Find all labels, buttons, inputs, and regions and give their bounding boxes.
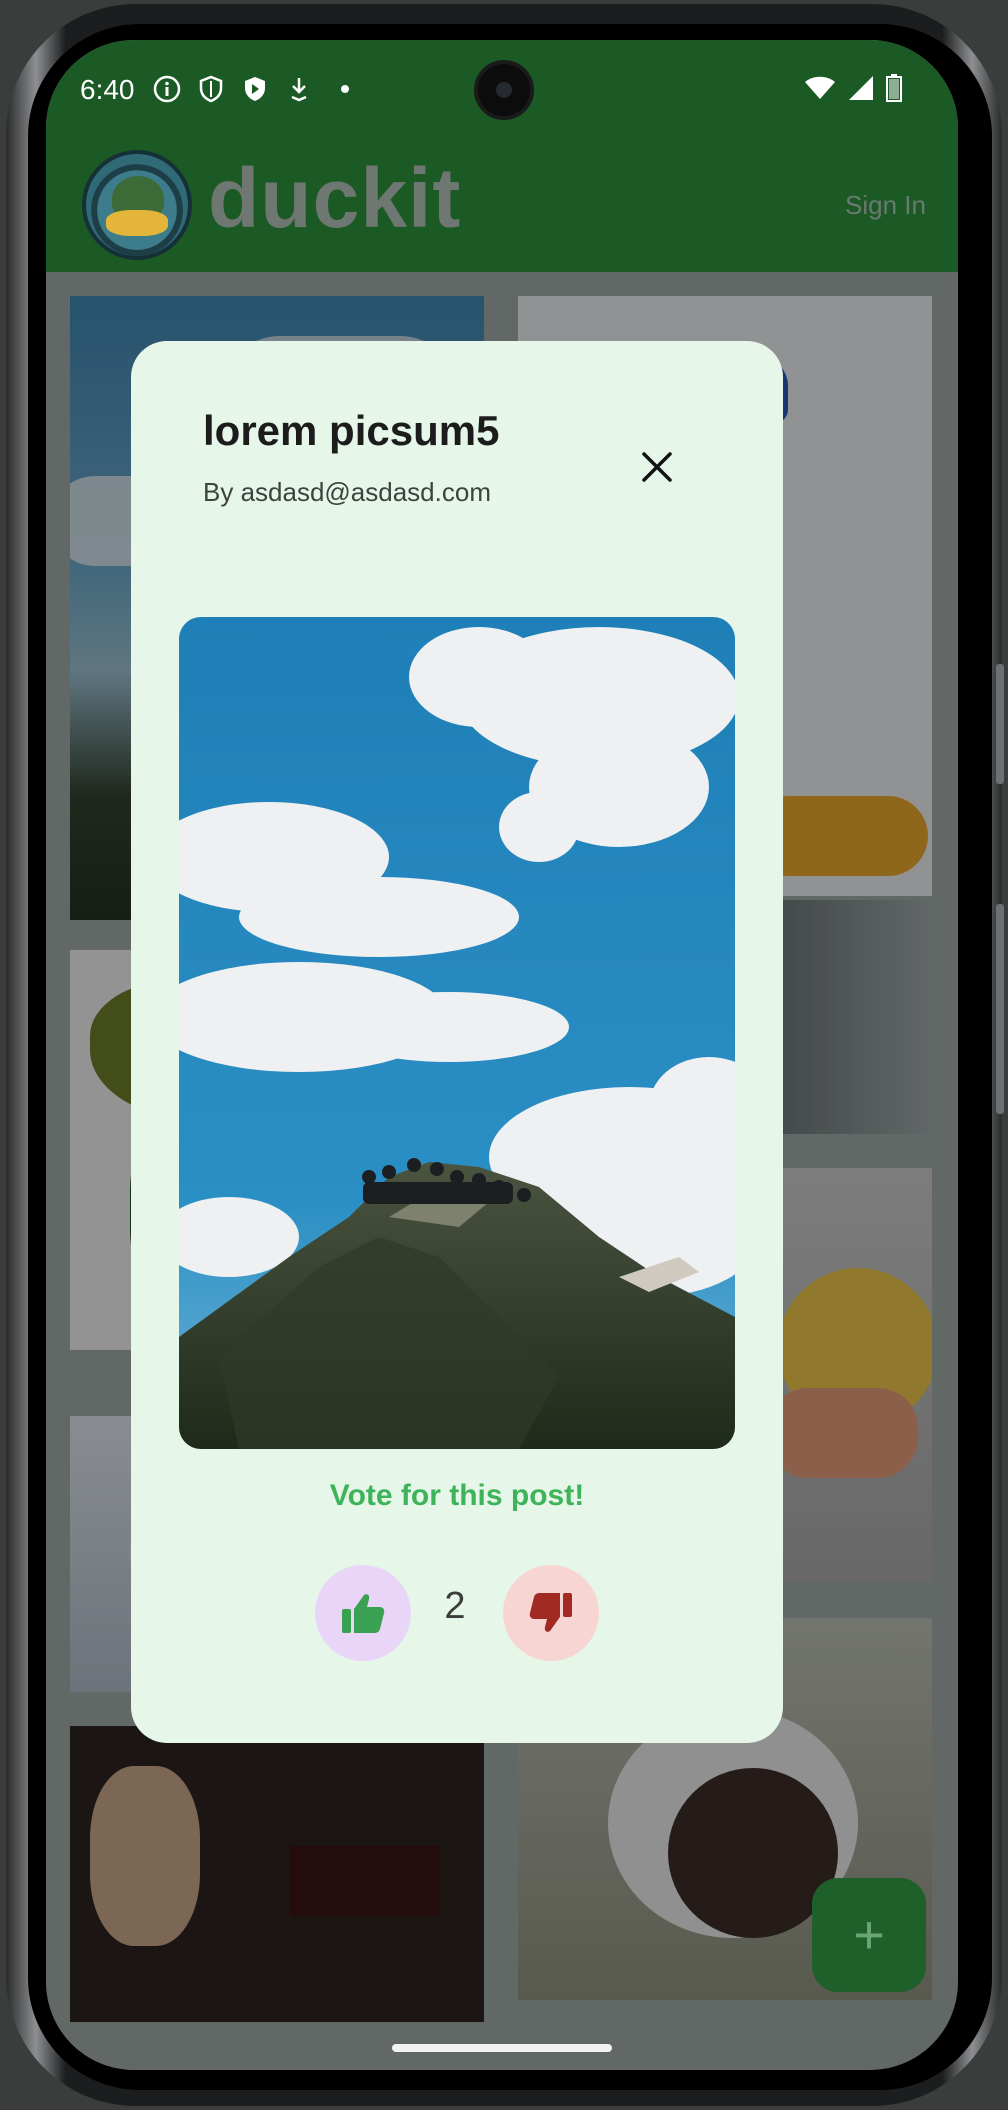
vote-prompt: Vote for this post! [329, 1479, 585, 1512]
signal-icon [849, 76, 873, 100]
upvote-button[interactable] [315, 1565, 411, 1661]
thumb-up-icon [342, 1594, 385, 1633]
add-post-button[interactable]: + [812, 1878, 926, 1992]
close-button[interactable] [631, 441, 683, 493]
battery-icon [886, 74, 902, 102]
app-bar: duckit Sign In [46, 142, 958, 272]
status-right-icons [804, 74, 902, 102]
thumb-down-icon [529, 1593, 572, 1632]
power-button [996, 904, 1004, 1114]
volume-button [996, 664, 1004, 784]
app-name: duckit [208, 151, 462, 245]
mountain-sky-photo [179, 617, 735, 1449]
front-camera [474, 60, 534, 120]
vote-controls: 2 [131, 1565, 783, 1661]
status-time: 6:40 [80, 74, 135, 105]
dot-icon [330, 74, 360, 104]
home-indicator[interactable] [392, 2044, 612, 2052]
sign-in-button[interactable]: Sign In [845, 190, 926, 221]
post-dialog: lorem picsum5 By asdasd@asdasd.com Vote … [131, 341, 783, 1743]
duckit-logo-icon[interactable] [82, 150, 192, 260]
post-title: lorem picsum5 [203, 407, 500, 454]
info-icon [152, 74, 182, 104]
downvote-button[interactable] [503, 1565, 599, 1661]
plus-icon: + [853, 1905, 885, 1965]
download-icon [284, 74, 314, 104]
post-author: By asdasd@asdasd.com [203, 477, 491, 507]
shield-filled-icon [240, 74, 270, 104]
close-icon [642, 452, 672, 482]
wifi-icon [805, 76, 835, 99]
vote-count: 2 [444, 1585, 466, 1627]
shield-icon [196, 74, 226, 104]
status-bar: 6:40 [46, 40, 958, 142]
post-image [179, 617, 735, 1449]
